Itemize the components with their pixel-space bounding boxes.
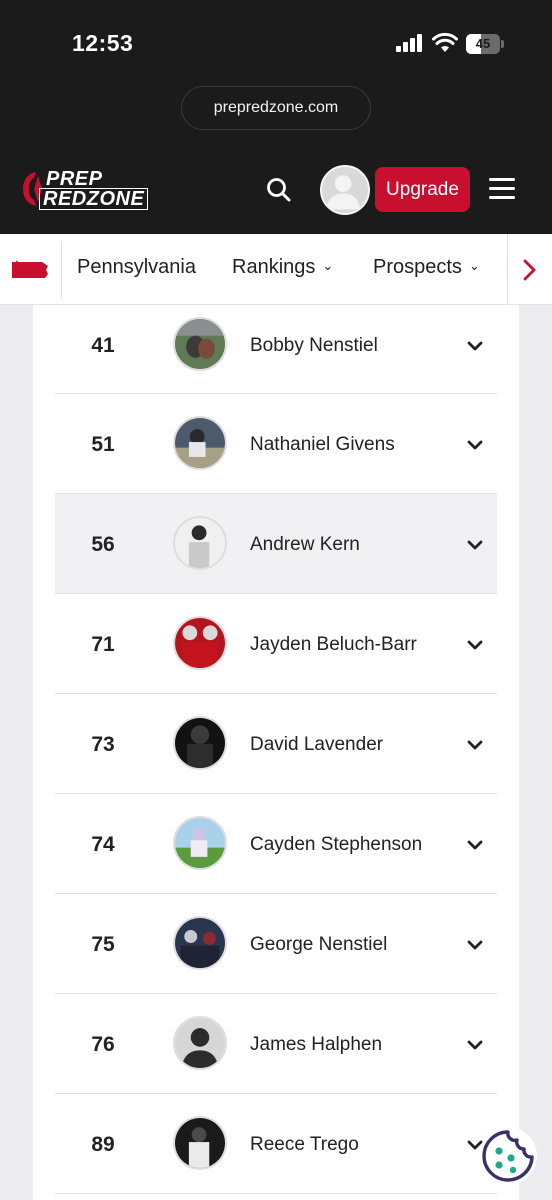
cookie-settings-button[interactable] bbox=[479, 1127, 537, 1185]
battery-percent: 45 bbox=[475, 36, 491, 51]
chevron-down-icon[interactable] bbox=[464, 834, 486, 856]
player-photo bbox=[173, 516, 227, 570]
rank-number: 74 bbox=[91, 833, 115, 856]
chevron-down-icon[interactable] bbox=[464, 934, 486, 956]
ranking-row[interactable]: 76 James Halphen bbox=[55, 994, 497, 1094]
player-name[interactable]: David Lavender bbox=[250, 734, 383, 756]
player-name[interactable]: Andrew Kern bbox=[250, 534, 360, 556]
ranking-row[interactable]: 89 Reece Trego bbox=[55, 1094, 497, 1194]
pennsylvania-state-icon[interactable] bbox=[11, 260, 49, 280]
upgrade-button[interactable]: Upgrade bbox=[375, 167, 470, 212]
player-photo bbox=[173, 916, 227, 970]
ranking-row[interactable]: 74 Cayden Stephenson bbox=[55, 794, 497, 894]
player-photo bbox=[173, 716, 227, 770]
chevron-down-icon[interactable] bbox=[464, 335, 486, 357]
player-name[interactable]: Jayden Beluch-Barr bbox=[250, 634, 417, 656]
rankings-list: 41 Bobby Nenstiel 51 Nathaniel Givens 56… bbox=[55, 305, 497, 1194]
player-photo bbox=[173, 317, 227, 371]
rank-number: 41 bbox=[91, 334, 115, 357]
ranking-row[interactable]: 56 Andrew Kern bbox=[55, 494, 497, 594]
rank-number: 73 bbox=[91, 733, 115, 756]
chevron-down-icon: ⌄ bbox=[322, 258, 334, 273]
ranking-row[interactable]: 71 Jayden Beluch-Barr bbox=[55, 594, 497, 694]
player-photo-placeholder bbox=[173, 1016, 227, 1070]
browser-url-area: prepredzone.com bbox=[0, 84, 552, 148]
rank-number: 56 bbox=[91, 533, 115, 556]
chevron-down-icon[interactable] bbox=[464, 434, 486, 456]
ranking-row[interactable]: 73 David Lavender bbox=[55, 694, 497, 794]
player-name[interactable]: James Halphen bbox=[250, 1034, 382, 1056]
chevron-down-icon[interactable] bbox=[464, 634, 486, 656]
nav-rankings-dropdown[interactable]: Rankings ⌄ bbox=[232, 256, 333, 279]
logo-text-prep: PREP bbox=[46, 168, 103, 190]
chevron-down-icon: ⌄ bbox=[468, 258, 480, 273]
player-photo bbox=[173, 1116, 227, 1170]
site-header: PREP REDZONE Upgrade bbox=[0, 148, 552, 234]
player-photo bbox=[173, 616, 227, 670]
status-time: 12:53 bbox=[72, 30, 134, 56]
nav-prospects-label: Prospects bbox=[373, 256, 462, 278]
section-nav: Pennsylvania Rankings ⌄ Prospects ⌄ bbox=[0, 234, 552, 305]
user-avatar[interactable] bbox=[320, 165, 370, 215]
url-bar[interactable]: prepredzone.com bbox=[181, 86, 371, 130]
ranking-row[interactable]: 75 George Nenstiel bbox=[55, 894, 497, 994]
chevron-down-icon[interactable] bbox=[464, 534, 486, 556]
rankings-card: 41 Bobby Nenstiel 51 Nathaniel Givens 56… bbox=[33, 305, 519, 1200]
nav-rankings-label: Rankings bbox=[232, 256, 316, 278]
rank-number: 51 bbox=[91, 433, 115, 456]
chevron-down-icon[interactable] bbox=[464, 1034, 486, 1056]
player-photo bbox=[173, 416, 227, 470]
player-name[interactable]: Cayden Stephenson bbox=[250, 834, 422, 856]
wifi-icon bbox=[432, 32, 458, 52]
player-name[interactable]: Nathaniel Givens bbox=[250, 434, 395, 456]
rank-number: 75 bbox=[91, 933, 115, 956]
rank-number: 89 bbox=[91, 1133, 115, 1156]
cookie-icon bbox=[482, 1130, 534, 1182]
search-icon[interactable] bbox=[263, 174, 295, 206]
prep-redzone-logo[interactable]: PREP REDZONE bbox=[22, 168, 149, 212]
logo-text-redzone: REDZONE bbox=[39, 188, 149, 210]
player-name[interactable]: Bobby Nenstiel bbox=[250, 335, 378, 357]
hamburger-menu-icon[interactable] bbox=[489, 178, 515, 200]
player-name[interactable]: Reece Trego bbox=[250, 1134, 359, 1156]
rank-number: 76 bbox=[91, 1033, 115, 1056]
default-user-icon bbox=[326, 175, 360, 210]
nav-prospects-dropdown[interactable]: Prospects ⌄ bbox=[373, 256, 480, 279]
player-name[interactable]: George Nenstiel bbox=[250, 934, 387, 956]
chevron-right-icon[interactable] bbox=[516, 256, 544, 284]
ranking-row[interactable]: 41 Bobby Nenstiel bbox=[55, 305, 497, 394]
battery-icon: 45 bbox=[466, 34, 504, 54]
chevron-down-icon[interactable] bbox=[464, 734, 486, 756]
rank-number: 71 bbox=[91, 633, 115, 656]
ranking-row[interactable]: 51 Nathaniel Givens bbox=[55, 394, 497, 494]
cellular-signal-icon bbox=[396, 34, 424, 52]
nav-pennsylvania[interactable]: Pennsylvania bbox=[77, 256, 196, 279]
status-bar: 12:53 45 bbox=[0, 0, 552, 84]
player-photo bbox=[173, 816, 227, 870]
